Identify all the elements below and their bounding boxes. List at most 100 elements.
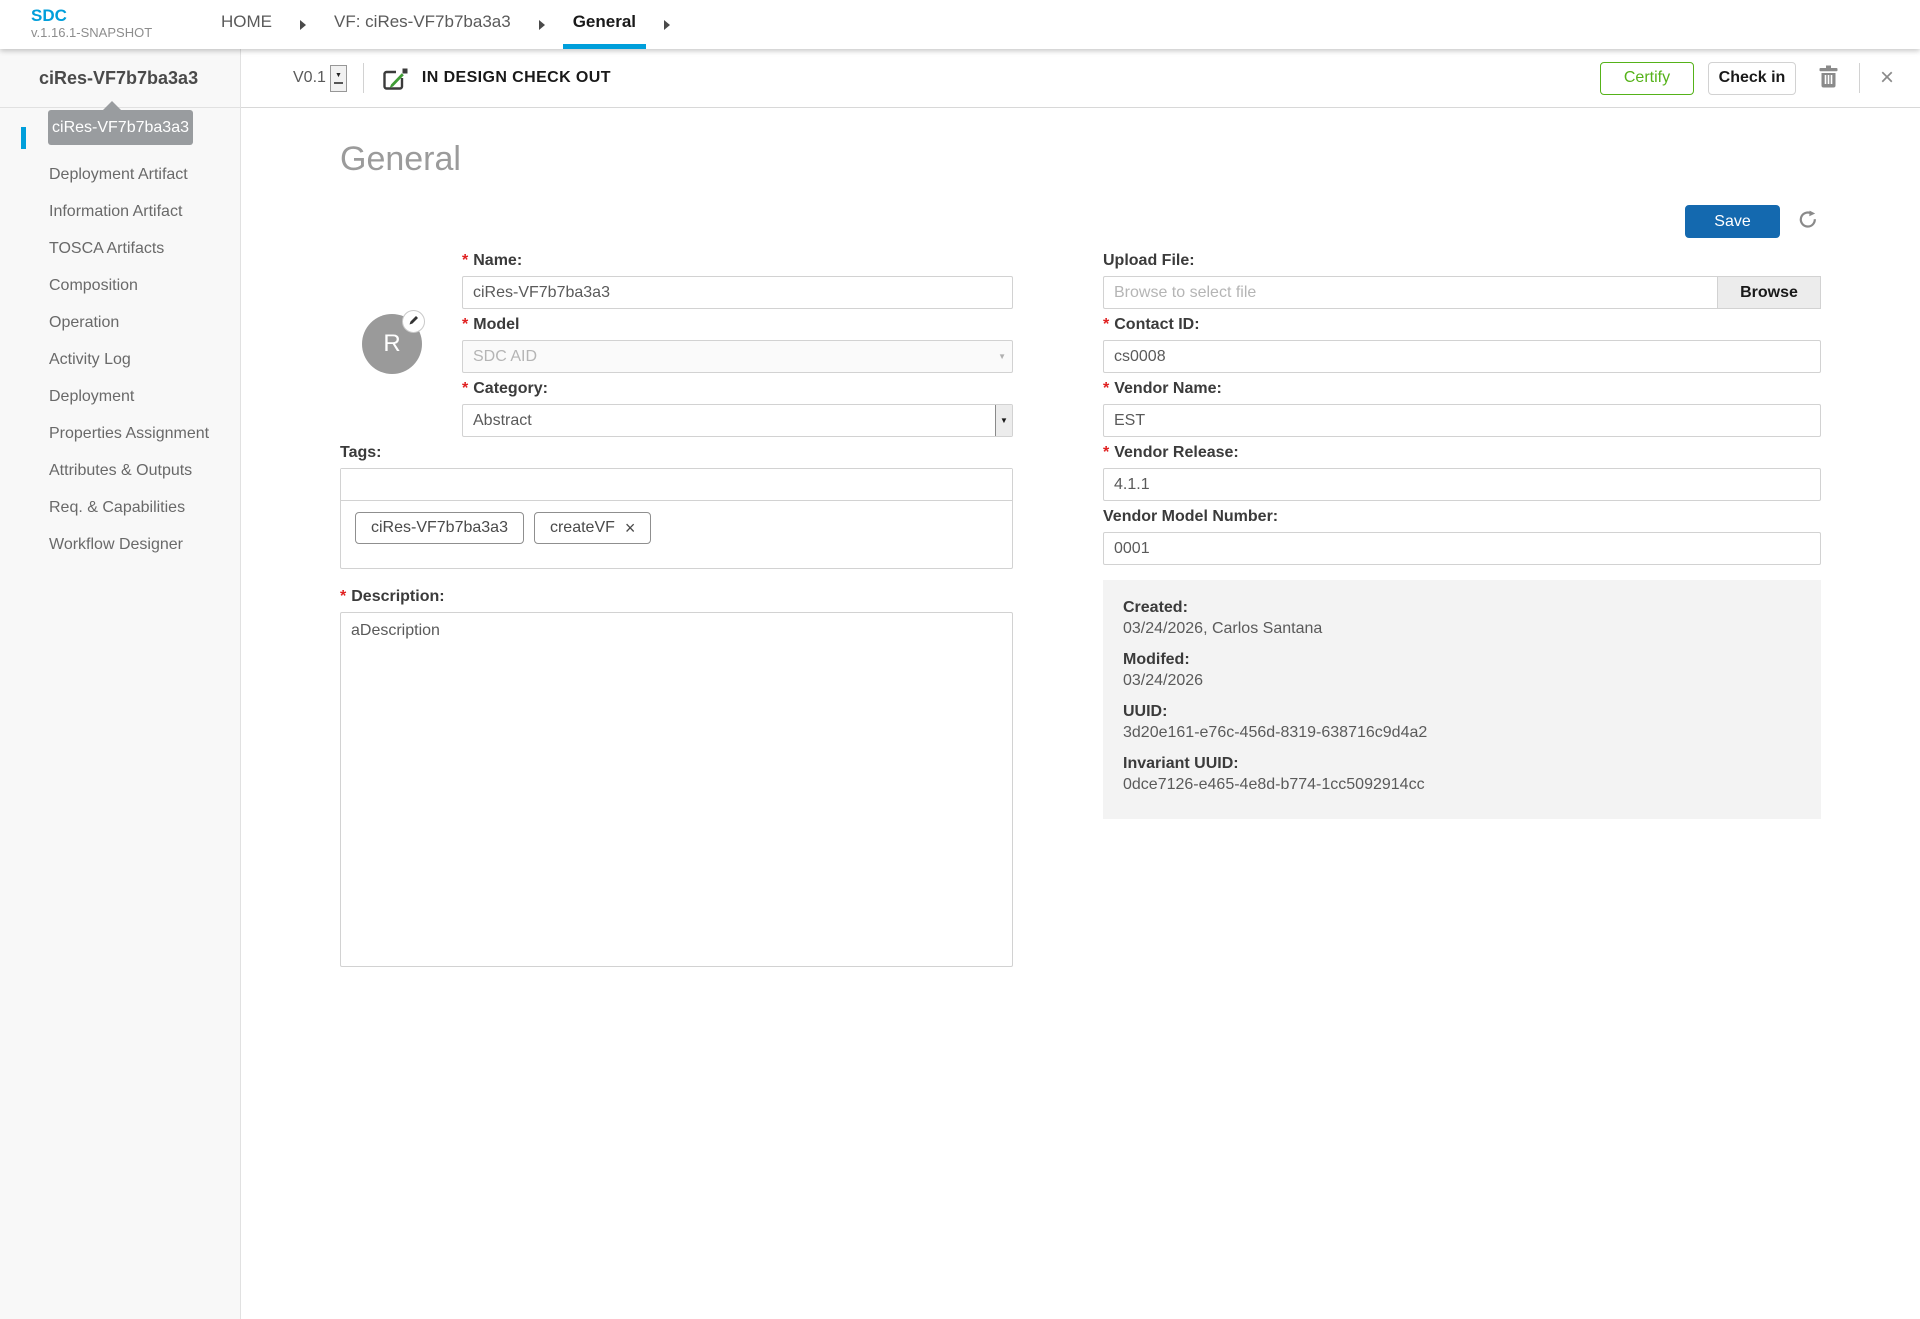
sidebar-item-information-artifact[interactable]: Information Artifact <box>0 193 240 230</box>
edit-avatar-button[interactable] <box>402 310 425 333</box>
component-name-title: ciRes-VF7b7ba3a3 <box>39 67 199 88</box>
breadcrumb-home[interactable]: HOME <box>211 0 282 49</box>
model-field-block: * Model SDC AID ▼ <box>462 315 1013 373</box>
sidebar-item-deployment[interactable]: Deployment <box>0 378 240 415</box>
description-field-block: * Description: aDescription <box>340 587 1013 972</box>
uuid-value: 3d20e161-e76c-456d-8319-638716c9d4a2 <box>1123 724 1428 741</box>
name-input[interactable] <box>462 276 1013 309</box>
breadcrumb-vf[interactable]: VF: ciRes-VF7b7ba3a3 <box>324 0 521 49</box>
remove-tag-icon[interactable]: × <box>625 519 636 537</box>
vendor-name-input[interactable] <box>1103 404 1821 437</box>
required-marker: * <box>1103 380 1110 397</box>
vendor-release-input[interactable] <box>1103 468 1821 501</box>
vendor-name-field-block: * Vendor Name: <box>1103 379 1821 437</box>
description-textarea[interactable]: aDescription <box>340 612 1013 967</box>
sidebar-item-req-capabilities[interactable]: Req. & Capabilities <box>0 489 240 526</box>
sidebar-item-label: TOSCA Artifacts <box>49 239 165 257</box>
sidebar-item-tosca-artifacts[interactable]: TOSCA Artifacts <box>0 230 240 267</box>
form-right-column: Upload File: Browse * Contact ID: <box>1103 251 1821 972</box>
chevron-down-icon: ▼ <box>1000 416 1008 425</box>
required-marker: * <box>462 380 469 397</box>
sdc-logo[interactable]: SDC v.1.16.1-SNAPSHOT <box>0 0 211 49</box>
certify-button[interactable]: Certify <box>1599 61 1694 95</box>
version-dropdown[interactable]: ▼ <box>329 64 347 92</box>
sidebar-item-activity-log[interactable]: Activity Log <box>0 341 240 378</box>
vendor-name-label: * Vendor Name: <box>1103 380 1222 397</box>
created-row: Created: 03/24/2026, Carlos Santana <box>1123 597 1801 639</box>
close-button[interactable]: × <box>1876 64 1898 92</box>
tags-label: Tags: <box>340 444 382 461</box>
required-marker: * <box>1103 444 1110 461</box>
sidebar-menu: General Deployment Artifact Information … <box>0 108 240 563</box>
browse-button[interactable]: Browse <box>1717 276 1821 309</box>
required-marker: * <box>340 588 347 605</box>
name-label: * Name: <box>462 252 523 269</box>
modified-label: Modifed: <box>1123 651 1190 668</box>
sidebar-item-label: Composition <box>49 276 138 294</box>
revert-button[interactable] <box>1796 208 1821 236</box>
sidebar-item-deployment-artifact[interactable]: Deployment Artifact <box>0 156 240 193</box>
uuid-label: UUID: <box>1123 703 1168 720</box>
modified-value: 03/24/2026 <box>1123 672 1204 689</box>
trash-icon <box>1818 65 1839 91</box>
contact-id-input[interactable] <box>1103 340 1821 373</box>
toolbar-divider <box>362 63 364 93</box>
model-select[interactable]: SDC AID ▼ <box>462 340 1013 373</box>
sidebar-item-label: Properties Assignment <box>49 424 210 442</box>
upload-file-input[interactable] <box>1103 276 1717 309</box>
tags-box: ciRes-VF7b7ba3a3 createVF × <box>340 468 1013 569</box>
description-label: * Description: <box>340 588 445 605</box>
save-row: Save <box>340 205 1821 238</box>
top-nav: SDC v.1.16.1-SNAPSHOT HOME VF: ciRes-VF7… <box>0 0 1920 49</box>
breadcrumb-general-tab[interactable]: General <box>562 0 647 49</box>
sidebar: ciRes-VF7b7ba3a3 ciRes-VF7b7ba3a3 Genera… <box>0 49 241 1319</box>
sidebar-item-operation[interactable]: Operation <box>0 304 240 341</box>
general-form: R * Name: ciRes-VF7b7ba3a3 * Model SDC A… <box>340 251 1821 972</box>
save-button[interactable]: Save <box>1685 205 1780 238</box>
component-toolbar: V0.1 ▼ IN DESIGN CHECK OUT Certify Check… <box>241 49 1920 108</box>
sdc-app: SDC v.1.16.1-SNAPSHOT HOME VF: ciRes-VF7… <box>0 0 1920 1319</box>
vendor-model-number-input[interactable] <box>1103 532 1821 565</box>
tags-input[interactable] <box>341 469 1012 501</box>
page-title: General <box>340 140 461 178</box>
model-label: * Model <box>462 316 520 333</box>
lifecycle-status-label: IN DESIGN CHECK OUT <box>421 69 611 86</box>
toolbar-actions: Certify Check in × <box>1599 61 1898 95</box>
invariant-uuid-row: Invariant UUID: 0dce7126-e465-4e8d-b774-… <box>1123 753 1801 795</box>
breadcrumb-arrow-icon <box>300 19 306 30</box>
sidebar-item-workflow-designer[interactable]: Workflow Designer <box>0 526 240 563</box>
category-label: * Category: <box>462 380 548 397</box>
invariant-uuid-label: Invariant UUID: <box>1123 755 1239 772</box>
component-name-tooltip: ciRes-VF7b7ba3a3 <box>48 101 193 145</box>
component-name-tooltip-text: ciRes-VF7b7ba3a3 <box>52 118 189 136</box>
category-select[interactable]: Abstract ▼ <box>462 404 1013 437</box>
sidebar-item-label: Workflow Designer <box>49 535 183 553</box>
vendor-model-number-field-block: Vendor Model Number: <box>1103 507 1821 565</box>
toolbar-divider <box>1858 63 1860 93</box>
breadcrumb-arrow-icon <box>664 19 671 30</box>
checkout-edit-icon <box>380 65 410 92</box>
delete-button[interactable] <box>1814 61 1843 95</box>
vendor-release-field-block: * Vendor Release: <box>1103 443 1821 501</box>
tag-chip: ciRes-VF7b7ba3a3 <box>355 512 524 544</box>
created-label: Created: <box>1123 599 1188 616</box>
sidebar-item-label: Req. & Capabilities <box>49 498 186 516</box>
invariant-uuid-value: 0dce7126-e465-4e8d-b774-1cc5092914cc <box>1123 776 1425 793</box>
sidebar-item-composition[interactable]: Composition <box>0 267 240 304</box>
check-in-button[interactable]: Check in <box>1707 61 1796 95</box>
sidebar-item-label: Attributes & Outputs <box>49 461 193 479</box>
general-content: General Save R * Name: ciRes-VF7b7ba3a3 … <box>241 108 1920 1319</box>
chevron-down-icon: ▼ <box>998 352 1006 361</box>
vendor-release-label: * Vendor Release: <box>1103 444 1239 461</box>
logo-title: SDC <box>31 6 67 25</box>
close-icon: × <box>1879 64 1894 91</box>
avatar: R <box>362 310 425 374</box>
uuid-row: UUID: 3d20e161-e76c-456d-8319-638716c9d4… <box>1123 701 1801 743</box>
created-value: 03/24/2026, Carlos Santana <box>1123 620 1323 637</box>
upload-field-block: Upload File: Browse <box>1103 251 1821 309</box>
sidebar-item-properties-assignment[interactable]: Properties Assignment <box>0 415 240 452</box>
dropdown-bar-icon <box>333 82 343 84</box>
metadata-panel: Created: 03/24/2026, Carlos Santana Modi… <box>1103 580 1821 819</box>
sidebar-item-attributes-outputs[interactable]: Attributes & Outputs <box>0 452 240 489</box>
main-area: V0.1 ▼ IN DESIGN CHECK OUT Certify Check… <box>241 49 1920 1319</box>
